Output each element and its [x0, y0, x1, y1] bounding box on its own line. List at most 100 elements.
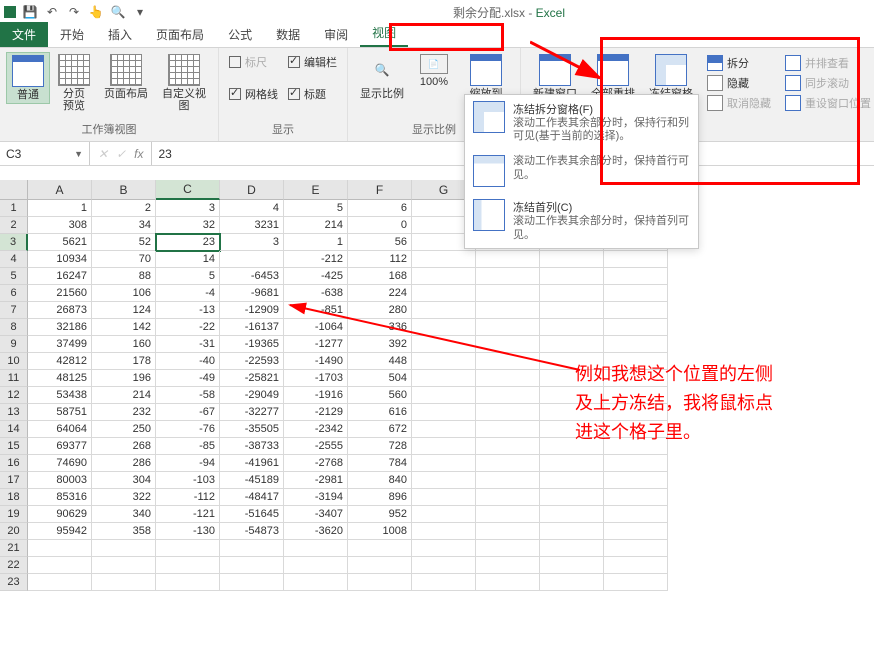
cell[interactable]: -40: [156, 353, 220, 370]
cell[interactable]: [284, 574, 348, 591]
cell[interactable]: 53438: [28, 387, 92, 404]
cell[interactable]: -67: [156, 404, 220, 421]
cell[interactable]: 560: [348, 387, 412, 404]
cell[interactable]: [92, 574, 156, 591]
cell[interactable]: -12909: [220, 302, 284, 319]
cell[interactable]: 358: [92, 523, 156, 540]
cell[interactable]: 322: [92, 489, 156, 506]
cell[interactable]: 3231: [220, 217, 284, 234]
cell[interactable]: 4: [220, 200, 284, 217]
cell[interactable]: [604, 285, 668, 302]
cell[interactable]: 160: [92, 336, 156, 353]
cell[interactable]: [348, 557, 412, 574]
row-header-11[interactable]: 11: [0, 370, 28, 387]
cell[interactable]: 448: [348, 353, 412, 370]
cell[interactable]: 286: [92, 455, 156, 472]
cell[interactable]: [412, 404, 476, 421]
cell[interactable]: [604, 574, 668, 591]
cell[interactable]: [220, 540, 284, 557]
cell[interactable]: [476, 336, 540, 353]
cell[interactable]: 178: [92, 353, 156, 370]
cell[interactable]: 1008: [348, 523, 412, 540]
tab-file[interactable]: 文件: [0, 22, 48, 47]
tab-layout[interactable]: 页面布局: [144, 22, 216, 47]
qat-more-icon[interactable]: ▾: [132, 4, 148, 20]
cell[interactable]: -1703: [284, 370, 348, 387]
cell[interactable]: 280: [348, 302, 412, 319]
cell[interactable]: [156, 574, 220, 591]
cell[interactable]: [412, 540, 476, 557]
cell[interactable]: [412, 353, 476, 370]
cell[interactable]: 6: [348, 200, 412, 217]
cell[interactable]: 142: [92, 319, 156, 336]
cell[interactable]: 112: [348, 251, 412, 268]
cell[interactable]: [284, 557, 348, 574]
cell[interactable]: 70: [92, 251, 156, 268]
cell[interactable]: [604, 353, 668, 370]
row-header-12[interactable]: 12: [0, 387, 28, 404]
cell[interactable]: [604, 251, 668, 268]
cell[interactable]: [476, 472, 540, 489]
cell[interactable]: -29049: [220, 387, 284, 404]
cell[interactable]: 80003: [28, 472, 92, 489]
cell[interactable]: 10934: [28, 251, 92, 268]
row-header-1[interactable]: 1: [0, 200, 28, 217]
cell[interactable]: 58751: [28, 404, 92, 421]
cell[interactable]: 672: [348, 421, 412, 438]
cell[interactable]: -22593: [220, 353, 284, 370]
cell[interactable]: -1916: [284, 387, 348, 404]
cell[interactable]: -45189: [220, 472, 284, 489]
cell[interactable]: 214: [92, 387, 156, 404]
row-header-23[interactable]: 23: [0, 574, 28, 591]
cell[interactable]: 304: [92, 472, 156, 489]
row-header-22[interactable]: 22: [0, 557, 28, 574]
cell[interactable]: [28, 574, 92, 591]
cell[interactable]: 48125: [28, 370, 92, 387]
name-box-dropdown-icon[interactable]: ▼: [74, 149, 83, 159]
cell[interactable]: 5: [156, 268, 220, 285]
redo-icon[interactable]: ↷: [66, 4, 82, 20]
col-header-E[interactable]: E: [284, 180, 348, 200]
cell[interactable]: 504: [348, 370, 412, 387]
row-header-19[interactable]: 19: [0, 506, 28, 523]
cell[interactable]: 21560: [28, 285, 92, 302]
cell[interactable]: -425: [284, 268, 348, 285]
cb-headings[interactable]: 标题: [288, 86, 337, 102]
cell[interactable]: -2768: [284, 455, 348, 472]
cell[interactable]: 168: [348, 268, 412, 285]
cell[interactable]: 88: [92, 268, 156, 285]
cell[interactable]: [348, 574, 412, 591]
cell[interactable]: [604, 506, 668, 523]
btn-hide[interactable]: 隐藏: [705, 74, 773, 92]
cell[interactable]: [476, 268, 540, 285]
cell[interactable]: 90629: [28, 506, 92, 523]
cell[interactable]: 56: [348, 234, 412, 251]
row-header-16[interactable]: 16: [0, 455, 28, 472]
cell[interactable]: [604, 268, 668, 285]
cell[interactable]: [540, 455, 604, 472]
row-header-14[interactable]: 14: [0, 421, 28, 438]
tab-formula[interactable]: 公式: [216, 22, 264, 47]
cell[interactable]: -112: [156, 489, 220, 506]
row-header-6[interactable]: 6: [0, 285, 28, 302]
cell[interactable]: -2342: [284, 421, 348, 438]
cell[interactable]: -638: [284, 285, 348, 302]
cell[interactable]: [540, 319, 604, 336]
cell[interactable]: [476, 421, 540, 438]
cell[interactable]: 0: [348, 217, 412, 234]
cell[interactable]: 336: [348, 319, 412, 336]
tab-review[interactable]: 审阅: [312, 22, 360, 47]
cell[interactable]: -51645: [220, 506, 284, 523]
cb-formula-bar[interactable]: 编辑栏: [288, 54, 337, 70]
cell[interactable]: 32186: [28, 319, 92, 336]
btn-normal-view[interactable]: 普通: [6, 52, 50, 104]
menu-freeze-top-row[interactable]: 滚动工作表其余部分时，保持首行可见。: [465, 149, 698, 193]
cell[interactable]: [540, 387, 604, 404]
cell[interactable]: [540, 268, 604, 285]
cell[interactable]: 784: [348, 455, 412, 472]
cell[interactable]: 952: [348, 506, 412, 523]
cell[interactable]: -32277: [220, 404, 284, 421]
cell[interactable]: -3194: [284, 489, 348, 506]
cell[interactable]: [540, 353, 604, 370]
select-all-corner[interactable]: [0, 180, 28, 200]
